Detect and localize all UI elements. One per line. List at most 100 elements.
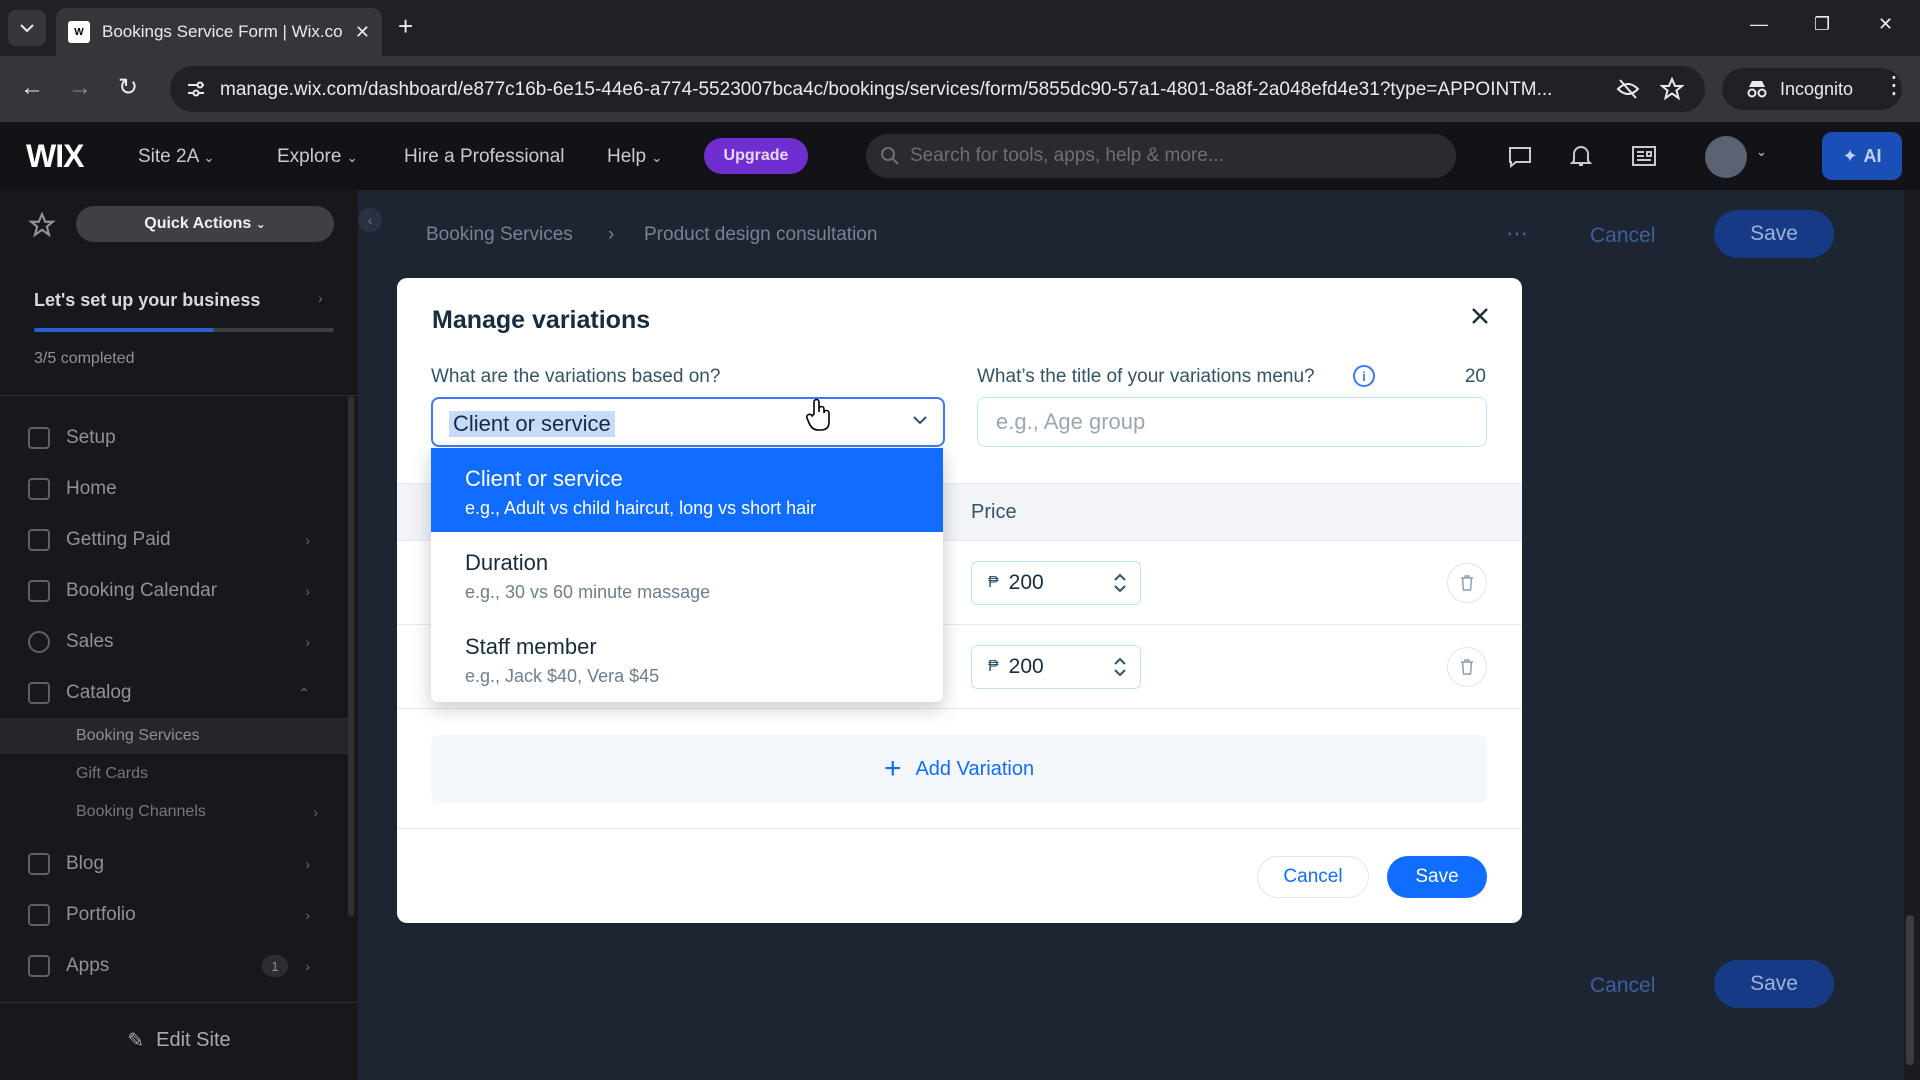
page-cancel-button[interactable]: Cancel bbox=[1590, 224, 1655, 248]
setup-business-title[interactable]: Let's set up your business bbox=[34, 290, 260, 311]
sidebar-item-label: Home bbox=[66, 478, 117, 499]
chevron-right-icon: › bbox=[305, 958, 310, 974]
window-close-icon[interactable]: ✕ bbox=[1878, 14, 1893, 35]
chevron-right-icon: › bbox=[305, 907, 310, 923]
sidebar-item-label: Apps bbox=[66, 955, 110, 976]
stepper-icon[interactable] bbox=[1114, 572, 1126, 594]
sidebar-item-home[interactable]: Home bbox=[0, 467, 340, 511]
site-settings-icon bbox=[188, 81, 204, 97]
browser-menu-icon[interactable]: ⋮ bbox=[1882, 72, 1906, 100]
page-scrollbar-thumb[interactable] bbox=[1906, 915, 1914, 1065]
wix-top-bar: WIX Site 2A ⌄ Explore ⌄ Hire a Professio… bbox=[0, 122, 1920, 190]
minimize-icon[interactable]: — bbox=[1750, 14, 1768, 35]
chevron-right-icon: › bbox=[318, 290, 323, 306]
sidebar-item-label: Portfolio bbox=[66, 904, 136, 925]
quick-actions-button[interactable]: Quick Actions ⌄ bbox=[76, 206, 334, 242]
based-on-label: What are the variations based on? bbox=[431, 366, 721, 387]
chevron-right-icon: › bbox=[305, 532, 310, 548]
delete-variation-button[interactable] bbox=[1447, 563, 1487, 603]
tab-close-icon[interactable]: ✕ bbox=[355, 22, 370, 43]
breadcrumb-root[interactable]: Booking Services bbox=[426, 224, 573, 246]
dropdown-option-staff-member[interactable]: Staff member e.g., Jack $40, Vera $45 bbox=[431, 616, 943, 700]
chevron-right-icon: › bbox=[305, 634, 310, 650]
more-actions-icon[interactable]: ··· bbox=[1506, 220, 1528, 246]
news-icon bbox=[1632, 146, 1656, 166]
address-bar-area: ← → ↻ manage.wix.com/dashboard/e877c16b-… bbox=[0, 56, 1920, 122]
ai-assistant-button[interactable]: ✦ AI bbox=[1822, 132, 1902, 180]
sidebar-item-apps[interactable]: Apps 1 › bbox=[0, 944, 340, 988]
dropdown-option-client-or-service[interactable]: Client or service e.g., Adult vs child h… bbox=[431, 448, 943, 532]
sidebar-item-portfolio[interactable]: Portfolio › bbox=[0, 893, 340, 937]
sidebar-item-booking-calendar[interactable]: Booking Calendar › bbox=[0, 569, 340, 613]
stepper-icon[interactable] bbox=[1114, 656, 1126, 678]
setup-completed-count: 3/5 completed bbox=[34, 350, 135, 367]
sidebar-item-getting-paid[interactable]: Getting Paid › bbox=[0, 518, 340, 562]
delete-variation-button[interactable] bbox=[1447, 647, 1487, 687]
option-description: e.g., Adult vs child haircut, long vs sh… bbox=[465, 498, 817, 518]
close-icon[interactable] bbox=[1468, 304, 1492, 328]
tab-title: Bookings Service Form | Wix.com bbox=[102, 22, 342, 41]
forward-icon[interactable]: → bbox=[68, 74, 92, 102]
sidebar-item-sales[interactable]: Sales › bbox=[0, 620, 340, 664]
browser-tab[interactable]: W Bookings Service Form | Wix.com ✕ bbox=[56, 8, 382, 56]
wix-favicon-icon: W bbox=[68, 21, 90, 43]
collapse-sidebar-icon[interactable]: ‹ bbox=[358, 208, 382, 232]
upgrade-button[interactable]: Upgrade bbox=[704, 138, 808, 174]
price-value: 200 bbox=[1008, 571, 1044, 594]
omnibox[interactable]: manage.wix.com/dashboard/e877c16b-6e15-4… bbox=[170, 66, 1705, 112]
menu-title-input[interactable] bbox=[977, 397, 1487, 447]
currency-symbol: ₱ bbox=[988, 658, 999, 675]
avatar[interactable] bbox=[1705, 136, 1747, 178]
help-menu[interactable]: Help ⌄ bbox=[607, 146, 662, 168]
site-name: Site 2A bbox=[138, 146, 199, 167]
tab-search-button[interactable] bbox=[8, 10, 46, 46]
chevron-down-icon[interactable]: ⌄ bbox=[1756, 144, 1767, 160]
new-tab-button[interactable]: + bbox=[398, 13, 413, 39]
chevron-down-icon bbox=[913, 416, 927, 425]
search-placeholder: Search for tools, apps, help & more... bbox=[910, 145, 1224, 166]
add-variation-label: Add Variation bbox=[915, 757, 1035, 780]
hire-professional-link[interactable]: Hire a Professional bbox=[404, 146, 565, 168]
explore-menu[interactable]: Explore ⌄ bbox=[277, 146, 358, 168]
back-icon[interactable]: ← bbox=[20, 74, 44, 102]
star-icon bbox=[28, 212, 56, 238]
incognito-indicator[interactable]: Incognito bbox=[1722, 68, 1902, 110]
edit-site-label: Edit Site bbox=[156, 1028, 231, 1051]
sidebar-item-blog[interactable]: Blog › bbox=[0, 842, 340, 886]
wix-search-input[interactable]: Search for tools, apps, help & more... bbox=[866, 134, 1456, 178]
based-on-select[interactable]: Client or service bbox=[431, 397, 945, 447]
price-input[interactable]: ₱ 200 bbox=[971, 561, 1141, 605]
sidebar-subitem-gift-cards[interactable]: Gift Cards bbox=[0, 756, 348, 792]
sidebar-subitem-booking-channels[interactable]: Booking Channels › bbox=[0, 794, 348, 830]
info-icon[interactable]: i bbox=[1353, 365, 1375, 387]
chat-icon bbox=[1509, 147, 1531, 168]
wix-logo[interactable]: WIX bbox=[26, 138, 84, 175]
price-input[interactable]: ₱ 200 bbox=[971, 645, 1141, 689]
sidebar-item-setup[interactable]: Setup bbox=[0, 416, 340, 460]
site-selector[interactable]: Site 2A ⌄ bbox=[138, 146, 214, 168]
divider bbox=[0, 1002, 358, 1003]
breadcrumb-current: Product design consultation bbox=[644, 224, 878, 245]
reload-icon[interactable]: ↻ bbox=[118, 74, 138, 102]
add-variation-button[interactable]: + Add Variation bbox=[431, 735, 1487, 803]
page-cancel-button-bottom[interactable]: Cancel bbox=[1590, 974, 1655, 998]
sidebar-item-catalog[interactable]: Catalog ⌃ bbox=[0, 671, 340, 715]
sidebar-item-label: Setup bbox=[66, 427, 116, 448]
cancel-button[interactable]: Cancel bbox=[1257, 856, 1369, 898]
save-button[interactable]: Save bbox=[1387, 856, 1487, 898]
edit-site-button[interactable]: ✎ Edit Site bbox=[0, 1020, 358, 1060]
based-on-dropdown: Client or service e.g., Adult vs child h… bbox=[431, 448, 943, 702]
home-icon bbox=[28, 478, 50, 500]
page-save-button-bottom[interactable]: Save bbox=[1714, 960, 1834, 1008]
page-save-button[interactable]: Save bbox=[1714, 210, 1834, 258]
sidebar-subitem-booking-services[interactable]: Booking Services bbox=[0, 718, 348, 754]
browser-tab-bar: W Bookings Service Form | Wix.com ✕ + — … bbox=[0, 0, 1920, 56]
help-label: Help bbox=[607, 146, 647, 167]
option-description: e.g., 30 vs 60 minute massage bbox=[465, 582, 711, 602]
chevron-right-icon: › bbox=[305, 856, 310, 872]
dropdown-option-duration[interactable]: Duration e.g., 30 vs 60 minute massage bbox=[431, 532, 943, 616]
hand-cursor-icon bbox=[806, 398, 830, 431]
apps-count-badge: 1 bbox=[262, 955, 288, 977]
sidebar-scrollbar[interactable] bbox=[348, 396, 354, 916]
restore-icon[interactable]: ❐ bbox=[1814, 14, 1830, 35]
